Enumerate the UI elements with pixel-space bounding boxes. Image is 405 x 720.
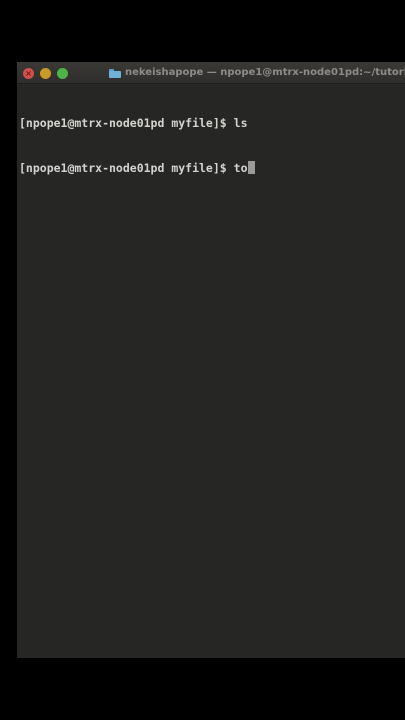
close-button[interactable]: × xyxy=(23,68,34,79)
shell-prompt: [npope1@mtrx-node01pd myfile]$ xyxy=(19,116,234,130)
close-icon: × xyxy=(25,69,32,78)
terminal-output[interactable]: [npope1@mtrx-node01pd myfile]$ ls [npope… xyxy=(19,86,405,206)
folder-icon xyxy=(109,68,121,78)
left-gap xyxy=(0,62,17,658)
maximize-button[interactable] xyxy=(57,68,68,79)
shell-prompt: [npope1@mtrx-node01pd myfile]$ xyxy=(19,161,234,175)
window-title: nekeishapope — npope1@mtrx-node01pd:~/tu… xyxy=(125,67,405,78)
minimize-button[interactable] xyxy=(40,68,51,79)
screen: × nekeishapope — npope1@mtrx-node01pd:~/… xyxy=(0,0,405,720)
window-title-group: nekeishapope — npope1@mtrx-node01pd:~/tu… xyxy=(109,62,405,84)
title-bar[interactable]: × nekeishapope — npope1@mtrx-node01pd:~/… xyxy=(17,62,405,84)
command-input[interactable]: to xyxy=(234,161,248,175)
text-cursor xyxy=(247,161,255,174)
terminal-line: [npope1@mtrx-node01pd myfile]$ ls xyxy=(19,116,405,131)
command-text: ls xyxy=(233,116,248,130)
terminal-line[interactable]: [npope1@mtrx-node01pd myfile]$ to xyxy=(19,161,405,176)
terminal-window: × nekeishapope — npope1@mtrx-node01pd:~/… xyxy=(17,62,405,658)
